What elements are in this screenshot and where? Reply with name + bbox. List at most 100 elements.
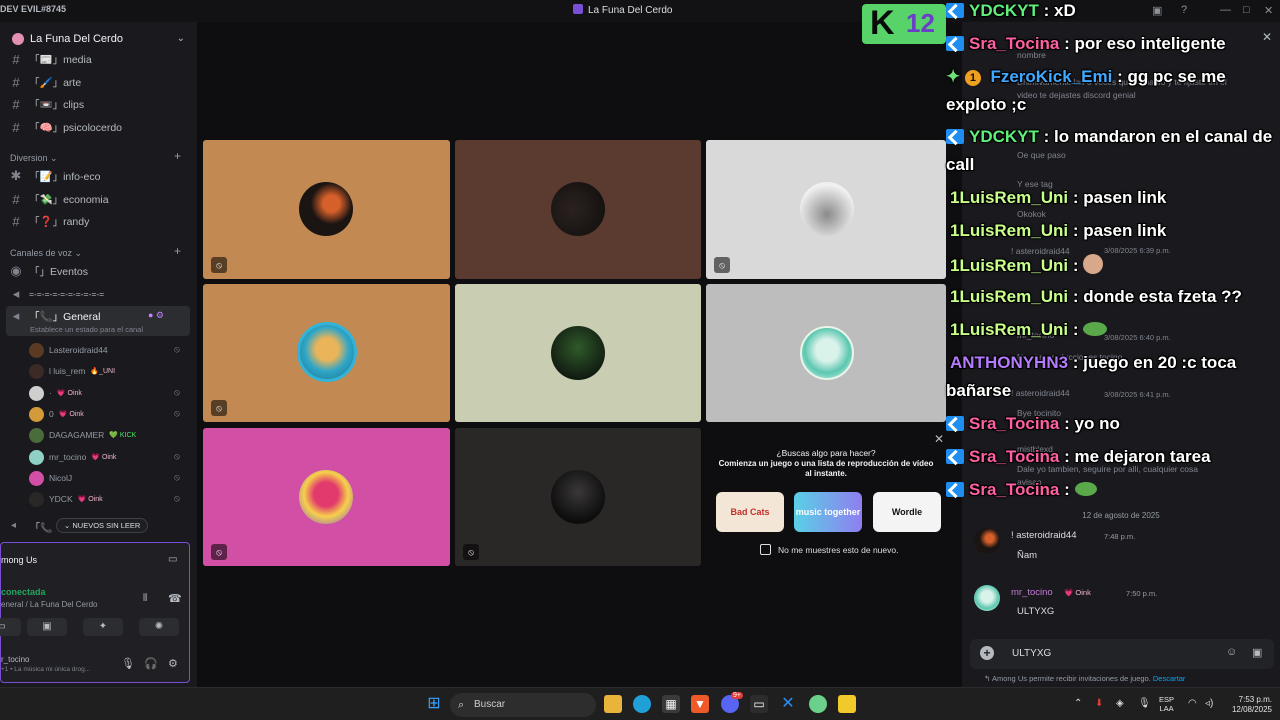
muted-mic-icon: ⦸ [714, 257, 730, 273]
user-name[interactable]: r_tocino [1, 655, 29, 664]
gamepad-icon[interactable]: ▣ [1252, 646, 1262, 659]
channel-eventos[interactable]: ◉ 「」Eventos [10, 262, 88, 280]
voice-user[interactable]: YDCK 💗 Oink [29, 491, 103, 507]
overlay-chat-line: Sra_Tocina : me dejaron tarea [946, 447, 1211, 467]
screen-share-button[interactable]: ▣ [27, 618, 67, 636]
activity-icon[interactable]: ▭ [168, 554, 177, 565]
channel-economia[interactable]: # 「💸」economia [10, 190, 108, 208]
category-diversion[interactable]: Diversion ⌄ [10, 153, 58, 164]
server-icon [573, 4, 583, 14]
server-header[interactable]: La Funa Del Cerdo ⌄ [0, 28, 197, 50]
language-indicator[interactable]: ESP LAA [1159, 695, 1174, 713]
close-icon[interactable]: ✕ [934, 432, 944, 446]
taskbar-search[interactable]: ⌕ Buscar [450, 693, 596, 717]
channel-randy[interactable]: # 「❓」randy [10, 212, 89, 230]
overlay-user: Sra_Tocina [969, 34, 1060, 53]
settings-icon[interactable]: ⚙ [168, 657, 178, 670]
close-window-icon[interactable]: ✕ [1264, 4, 1273, 17]
activity-app-bad-cats[interactable]: Bad Cats [716, 492, 784, 532]
vscode-icon[interactable]: ✕ [779, 695, 797, 713]
add-voice-channel-icon[interactable]: + [174, 244, 181, 258]
video-tile[interactable]: ⦸ [203, 140, 450, 279]
video-tile[interactable] [706, 284, 946, 422]
close-overlay-icon[interactable]: ✕ [1262, 30, 1272, 44]
overlay-text: : [1072, 256, 1079, 275]
windows-start-icon[interactable]: ⊞ [425, 695, 443, 713]
voice-user[interactable]: 0 💗 Oink [29, 406, 84, 422]
mic-tray-icon[interactable]: 🎙 [1138, 698, 1151, 709]
voice-user[interactable]: DAGAGAMER 💚 KICK [29, 427, 136, 443]
channel-psicolocerdo[interactable]: # 「🧠」psicolocerdo [10, 118, 122, 136]
channel-clips[interactable]: # 「📼」clips [10, 95, 84, 113]
message-input[interactable]: ULTYXG [1012, 648, 1051, 659]
store-icon[interactable]: ▦ [662, 695, 680, 713]
overlay-user: YDCKYT [969, 1, 1039, 20]
emoji-icon[interactable]: ☺ [1226, 646, 1237, 658]
obs-icon[interactable] [809, 695, 827, 713]
recording-icon[interactable]: ⬇ [1095, 698, 1103, 709]
voice-user[interactable]: · 💗 Oink [29, 385, 82, 401]
avatar[interactable] [974, 528, 1000, 554]
video-tile[interactable]: ⦸ [455, 428, 701, 566]
unread-banner[interactable]: ⌄ NUEVOS SIN LEER [56, 518, 149, 533]
voice-user[interactable]: mr_tocino 💗 Oink [29, 449, 116, 465]
category-voice[interactable]: Canales de voz ⌄ [10, 248, 82, 259]
avatar[interactable] [974, 585, 1000, 611]
message-composer[interactable]: + ULTYXG ☺ ▣ [970, 639, 1274, 669]
edge-icon[interactable] [633, 695, 651, 713]
overlay-user: 1LuisRem_Uni [950, 221, 1069, 240]
video-tile[interactable]: ⦸ [203, 428, 450, 566]
channel-media[interactable]: # 「📰」media [10, 50, 91, 68]
activity-app-music-together[interactable]: music together [794, 492, 862, 532]
video-tile[interactable]: ⦸ [706, 140, 946, 279]
tray-app-icon[interactable]: ◈ [1116, 698, 1124, 709]
channel-separator[interactable]: ◂ =-=-=-=-=-=-=-=-=-= [10, 285, 104, 303]
connection-location[interactable]: eneral / La Funa Del Cerdo [1, 600, 98, 609]
voice-user-name: mr_tocino [49, 452, 87, 462]
channel-info-eco[interactable]: ✱ 「📝」info-eco [10, 167, 101, 185]
wifi-icon[interactable]: ◠ [1188, 698, 1197, 709]
video-tile[interactable] [455, 140, 701, 279]
volume-icon[interactable]: ◃) [1205, 698, 1213, 709]
overlay-text: : lo mandaron en el canal de [1043, 127, 1273, 146]
app-icon[interactable] [838, 695, 856, 713]
activity-app-wordle[interactable]: Wordle [873, 492, 941, 532]
mic-icon[interactable]: 🎙 [121, 657, 135, 670]
chevron-down-icon[interactable]: ⌄ [177, 33, 185, 44]
discord-badge: 9+ [731, 692, 743, 699]
video-tile[interactable] [455, 284, 701, 422]
disconnect-icon[interactable]: ☎ [168, 592, 182, 605]
add-channel-icon[interactable]: + [174, 149, 181, 163]
tray-chevron-icon[interactable]: ⌃ [1074, 698, 1082, 709]
camera-button[interactable]: ▭ [0, 618, 21, 636]
overlay-text: : por eso inteligente [1064, 34, 1226, 53]
soundboard-icon[interactable]: ⫴ [143, 593, 147, 604]
channel-actions-icon[interactable]: ● ⚙ [148, 310, 164, 321]
voice-user[interactable]: Lasteroidraid44 [29, 342, 108, 358]
voice-user[interactable]: NicolJ [29, 470, 72, 486]
dont-show-label[interactable]: No me muestres esto de nuevo. [778, 545, 898, 555]
brave-icon[interactable]: ▼ [691, 695, 709, 713]
message-author[interactable]: ! asteroidraid44 [1011, 530, 1076, 541]
video-tile[interactable]: ⦸ [203, 284, 450, 422]
activity-button[interactable]: ✦ [83, 618, 123, 636]
file-explorer-icon[interactable] [604, 695, 622, 713]
dismiss-link[interactable]: Descartar [1153, 674, 1186, 683]
channel-arte[interactable]: # 「🖌️」arte [10, 73, 81, 91]
voice-user[interactable]: l luis_rem 🔥_UNI [29, 363, 115, 379]
minimize-icon[interactable]: — [1220, 4, 1231, 16]
dont-show-checkbox[interactable] [760, 544, 771, 555]
voice-status-hint[interactable]: Establece un estado para el canal [30, 325, 143, 334]
clock[interactable]: 7:53 p.m. 12/08/2025 [1228, 695, 1272, 715]
maximize-icon[interactable]: □ [1243, 4, 1250, 16]
speaker-icon: ◂ [12, 308, 20, 323]
channel-general[interactable]: ◂ 「📞」General [10, 307, 101, 325]
message-author[interactable]: mr_tocino [1011, 587, 1053, 598]
popup-question: ¿Buscas algo para hacer? [776, 448, 876, 458]
headphones-icon[interactable]: 🎧 [144, 657, 158, 670]
inbox-icon[interactable]: ▣ [1152, 4, 1162, 17]
add-attachment-icon[interactable]: + [980, 646, 994, 660]
terminal-icon[interactable]: ▭ [750, 695, 768, 713]
help-icon[interactable]: ? [1181, 4, 1187, 16]
soundboard-button[interactable]: ✺ [139, 618, 179, 636]
